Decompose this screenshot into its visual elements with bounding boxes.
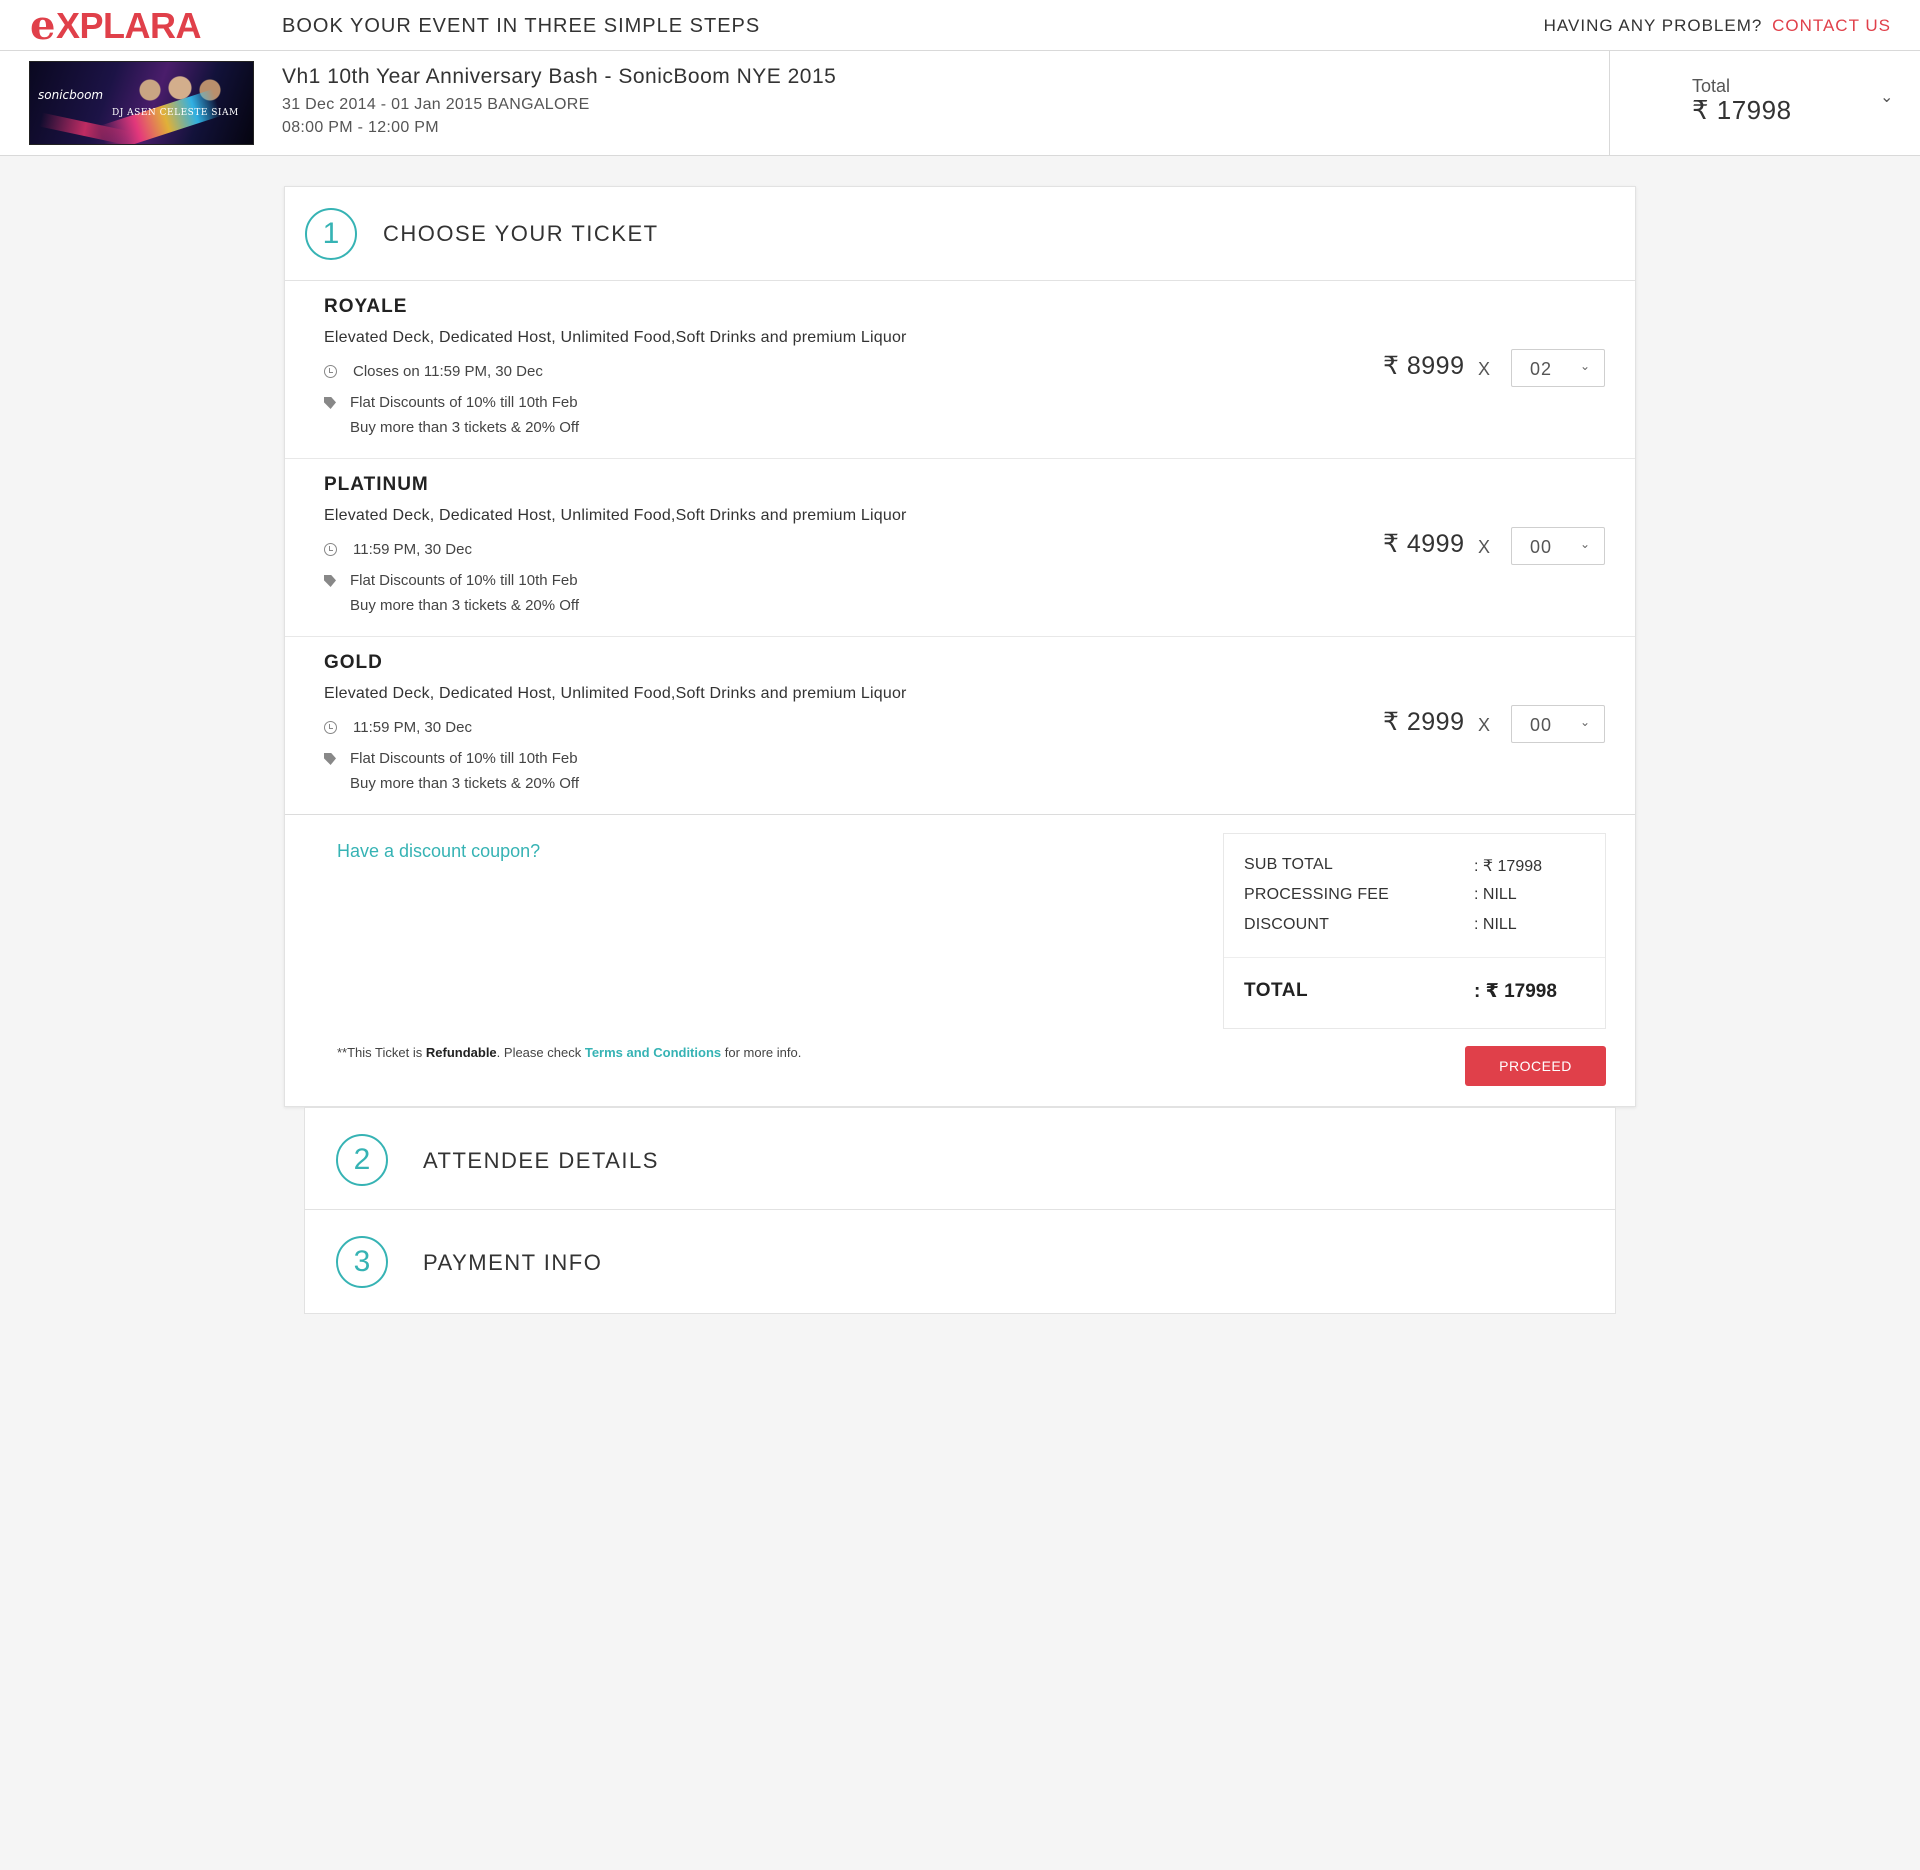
- help-question: HAVING ANY PROBLEM?: [1543, 16, 1763, 35]
- step3-number: 3: [336, 1236, 388, 1288]
- times-sign: X: [1478, 537, 1491, 557]
- quantity-value: 00: [1530, 715, 1553, 735]
- tag-icon: [324, 397, 336, 409]
- event-dates-location: 31 Dec 2014 - 01 Jan 2015 BANGALORE: [282, 96, 590, 113]
- event-summary-bar: sonicboom DJ ASEN CELESTE SIAM Vh1 10th …: [0, 51, 1920, 156]
- quantity-select[interactable]: 02 ⌄: [1511, 349, 1605, 387]
- times-sign: X: [1478, 359, 1491, 379]
- ticket-description: Elevated Deck, Dedicated Host, Unlimited…: [324, 507, 907, 524]
- tag-icon: [324, 753, 336, 765]
- clock-icon: [324, 721, 337, 734]
- explara-logo[interactable]: e XPLARA: [30, 4, 201, 48]
- header-total-label: Total: [1692, 76, 1731, 96]
- refund-prefix: **This Ticket is: [337, 1045, 423, 1060]
- event-title: Vh1 10th Year Anniversary Bash - SonicBo…: [282, 65, 837, 88]
- ticket-offer: Buy more than 3 tickets & 20% Off: [350, 775, 579, 792]
- ticket-description: Elevated Deck, Dedicated Host, Unlimited…: [324, 329, 907, 346]
- quantity-value: 02: [1530, 359, 1553, 379]
- help-text: HAVING ANY PROBLEM? CONTACT US: [1544, 16, 1891, 36]
- ticket-price: ₹ 8999: [1383, 352, 1465, 380]
- chevron-down-icon: ⌄: [1579, 359, 1590, 373]
- ticket-offer: Flat Discounts of 10% till 10th Feb: [350, 572, 578, 589]
- quantity-value: 00: [1530, 537, 1553, 557]
- ticket-row-gold: GOLD Elevated Deck, Dedicated Host, Unli…: [285, 637, 1635, 815]
- ticket-price: ₹ 4999: [1383, 530, 1465, 558]
- ticket-name: ROYALE: [324, 296, 408, 317]
- step3-payment-info[interactable]: 3 PAYMENT INFO: [304, 1209, 1616, 1314]
- order-summary: SUB TOTAL : ₹ 17998 PROCESSING FEE : NIL…: [1223, 833, 1606, 1029]
- quantity-select[interactable]: 00 ⌄: [1511, 527, 1605, 565]
- ticket-closes-text: Closes on 11:59 PM, 30 Dec: [353, 363, 543, 380]
- poster-brand: sonicboom: [38, 88, 104, 102]
- contact-us-link[interactable]: CONTACT US: [1772, 16, 1891, 35]
- ticket-closing-time: 11:59 PM, 30 Dec: [324, 719, 472, 736]
- event-time: 08:00 PM - 12:00 PM: [282, 119, 439, 136]
- clock-icon: [324, 543, 337, 556]
- subtotal-label: SUB TOTAL: [1244, 856, 1333, 873]
- chevron-down-icon: ⌄: [1579, 537, 1590, 551]
- chevron-down-icon[interactable]: ⌄: [1880, 87, 1893, 107]
- ticket-offers: Flat Discounts of 10% till 10th Feb Buy …: [324, 572, 579, 618]
- times-sign: X: [1478, 715, 1491, 735]
- total-label: TOTAL: [1244, 980, 1309, 1001]
- logo-text: XPLARA: [55, 5, 202, 46]
- step1-header: 1 CHOOSE YOUR TICKET: [285, 187, 1635, 281]
- quantity-select[interactable]: 00 ⌄: [1511, 705, 1605, 743]
- discount-value: : NILL: [1474, 916, 1517, 933]
- total-value: : ₹ 17998: [1474, 981, 1557, 1002]
- event-poster-image: sonicboom DJ ASEN CELESTE SIAM: [29, 61, 254, 145]
- event-info: Vh1 10th Year Anniversary Bash - SonicBo…: [282, 65, 836, 139]
- ticket-row-platinum: PLATINUM Elevated Deck, Dedicated Host, …: [285, 459, 1635, 637]
- ticket-closing-time: 11:59 PM, 30 Dec: [324, 541, 472, 558]
- ticket-closes-text: 11:59 PM, 30 Dec: [353, 719, 472, 736]
- ticket-description: Elevated Deck, Dedicated Host, Unlimited…: [324, 685, 907, 702]
- ticket-row-royale: ROYALE Elevated Deck, Dedicated Host, Un…: [285, 281, 1635, 459]
- refund-mid: . Please check: [496, 1045, 582, 1060]
- step1-number: 1: [305, 208, 357, 260]
- clock-icon: [324, 365, 337, 378]
- page-heading: BOOK YOUR EVENT IN THREE SIMPLE STEPS: [282, 15, 761, 37]
- tag-icon: [324, 575, 336, 587]
- step1-title: CHOOSE YOUR TICKET: [383, 221, 659, 246]
- refund-suffix: for more info.: [724, 1045, 802, 1060]
- header-total-dropdown[interactable]: Total ₹ 17998 ⌄: [1609, 51, 1920, 155]
- ticket-offer: Buy more than 3 tickets & 20% Off: [350, 597, 579, 614]
- header-total-value: ₹ 17998: [1692, 95, 1792, 125]
- step2-number: 2: [336, 1134, 388, 1186]
- terms-and-conditions-link[interactable]: Terms and Conditions: [585, 1045, 721, 1060]
- summary-divider: [1224, 957, 1605, 958]
- top-bar: e XPLARA BOOK YOUR EVENT IN THREE SIMPLE…: [0, 0, 1920, 51]
- ticket-offers: Flat Discounts of 10% till 10th Feb Buy …: [324, 394, 579, 440]
- ticket-offers: Flat Discounts of 10% till 10th Feb Buy …: [324, 750, 579, 796]
- poster-artists: DJ ASEN CELESTE SIAM: [112, 108, 239, 118]
- subtotal-value: : ₹ 17998: [1474, 858, 1543, 875]
- logo-mark: e: [30, 2, 55, 49]
- step2-attendee-details[interactable]: 2 ATTENDEE DETAILS: [304, 1107, 1616, 1210]
- ticket-closing-time: Closes on 11:59 PM, 30 Dec: [324, 363, 543, 380]
- ticket-name: GOLD: [324, 652, 383, 673]
- refund-status: Refundable: [425, 1045, 497, 1060]
- chevron-down-icon: ⌄: [1579, 715, 1590, 729]
- discount-label: DISCOUNT: [1244, 916, 1330, 933]
- refund-note: **This Ticket is Refundable. Please chec…: [337, 1045, 801, 1060]
- ticket-name: PLATINUM: [324, 474, 429, 495]
- discount-coupon-link[interactable]: Have a discount coupon?: [337, 841, 540, 862]
- ticket-offer: Flat Discounts of 10% till 10th Feb: [350, 750, 578, 767]
- ticket-offer: Flat Discounts of 10% till 10th Feb: [350, 394, 578, 411]
- processing-fee-label: PROCESSING FEE: [1244, 886, 1390, 903]
- step1-choose-ticket-panel: 1 CHOOSE YOUR TICKET ROYALE Elevated Dec…: [284, 186, 1636, 1107]
- ticket-price: ₹ 2999: [1383, 708, 1465, 736]
- ticket-closes-text: 11:59 PM, 30 Dec: [353, 541, 472, 558]
- proceed-button[interactable]: PROCEED: [1465, 1046, 1606, 1086]
- step3-title: PAYMENT INFO: [423, 1250, 603, 1275]
- ticket-offer: Buy more than 3 tickets & 20% Off: [350, 419, 579, 436]
- step2-title: ATTENDEE DETAILS: [423, 1148, 659, 1173]
- processing-fee-value: : NILL: [1474, 886, 1517, 903]
